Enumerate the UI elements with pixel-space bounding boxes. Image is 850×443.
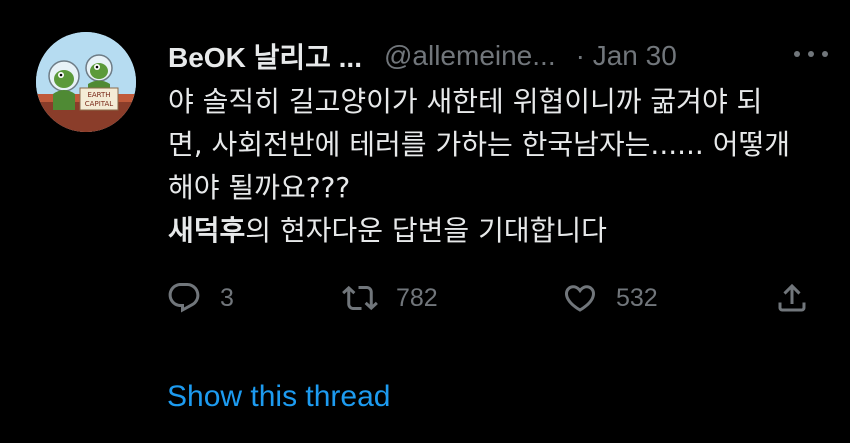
- reply-icon: [168, 283, 200, 313]
- tweet-text: 야 솔직히 길고양이가 새한테 위협이니까 굶겨야 되 면, 사회전반에 테러를…: [168, 80, 828, 252]
- date-value: Jan 30: [592, 40, 677, 71]
- tweet[interactable]: EARTH CAPITAL BeOK 날리고 ... @allemeine...…: [0, 0, 850, 443]
- author-name[interactable]: BeOK 날리고 ...: [168, 36, 362, 76]
- like-button[interactable]: 532: [562, 280, 658, 316]
- reply-button[interactable]: 3: [166, 280, 234, 316]
- show-thread-link[interactable]: Show this thread: [167, 380, 390, 414]
- share-button[interactable]: [774, 280, 810, 316]
- avatar-sign-line-2: CAPITAL: [85, 100, 113, 108]
- retweet-count: 782: [396, 283, 438, 312]
- tweet-text-line: 해야 될까요???: [168, 171, 351, 204]
- avatar[interactable]: EARTH CAPITAL: [36, 32, 136, 132]
- more-dot: [808, 51, 814, 57]
- line-rest: 의 현자다운 답변을 기대합니다: [245, 214, 607, 247]
- share-icon: [778, 283, 806, 312]
- bold-word: 새덕후: [168, 214, 246, 247]
- retweet-icon: [342, 285, 378, 311]
- avatar-sign-line-1: EARTH: [87, 91, 110, 99]
- like-count: 532: [616, 283, 658, 312]
- retweet-button[interactable]: 782: [342, 280, 438, 316]
- more-dot: [794, 51, 800, 57]
- author-handle[interactable]: @allemeine...: [384, 40, 556, 72]
- avatar-illustration: EARTH CAPITAL: [36, 32, 136, 132]
- tweet-text-line: 면, 사회전반에 테러를 가하는 한국남자는...... 어떻개: [168, 128, 791, 161]
- tweet-header: BeOK 날리고 ... @allemeine... · Jan 30: [168, 36, 828, 76]
- date-separator: ·: [575, 40, 585, 71]
- heart-icon: [564, 285, 596, 312]
- tweet-text-line: 야 솔직히 길고양이가 새한테 위협이니까 굶겨야 되: [168, 85, 763, 118]
- tweet-date[interactable]: · Jan 30: [576, 40, 677, 72]
- reply-count: 3: [220, 283, 234, 312]
- action-bar: 3 782 532: [166, 280, 816, 320]
- more-options-icon[interactable]: [794, 44, 828, 64]
- tweet-text-line: 새덕후의 현자다운 답변을 기대합니다: [168, 209, 828, 252]
- more-dot: [822, 51, 828, 57]
